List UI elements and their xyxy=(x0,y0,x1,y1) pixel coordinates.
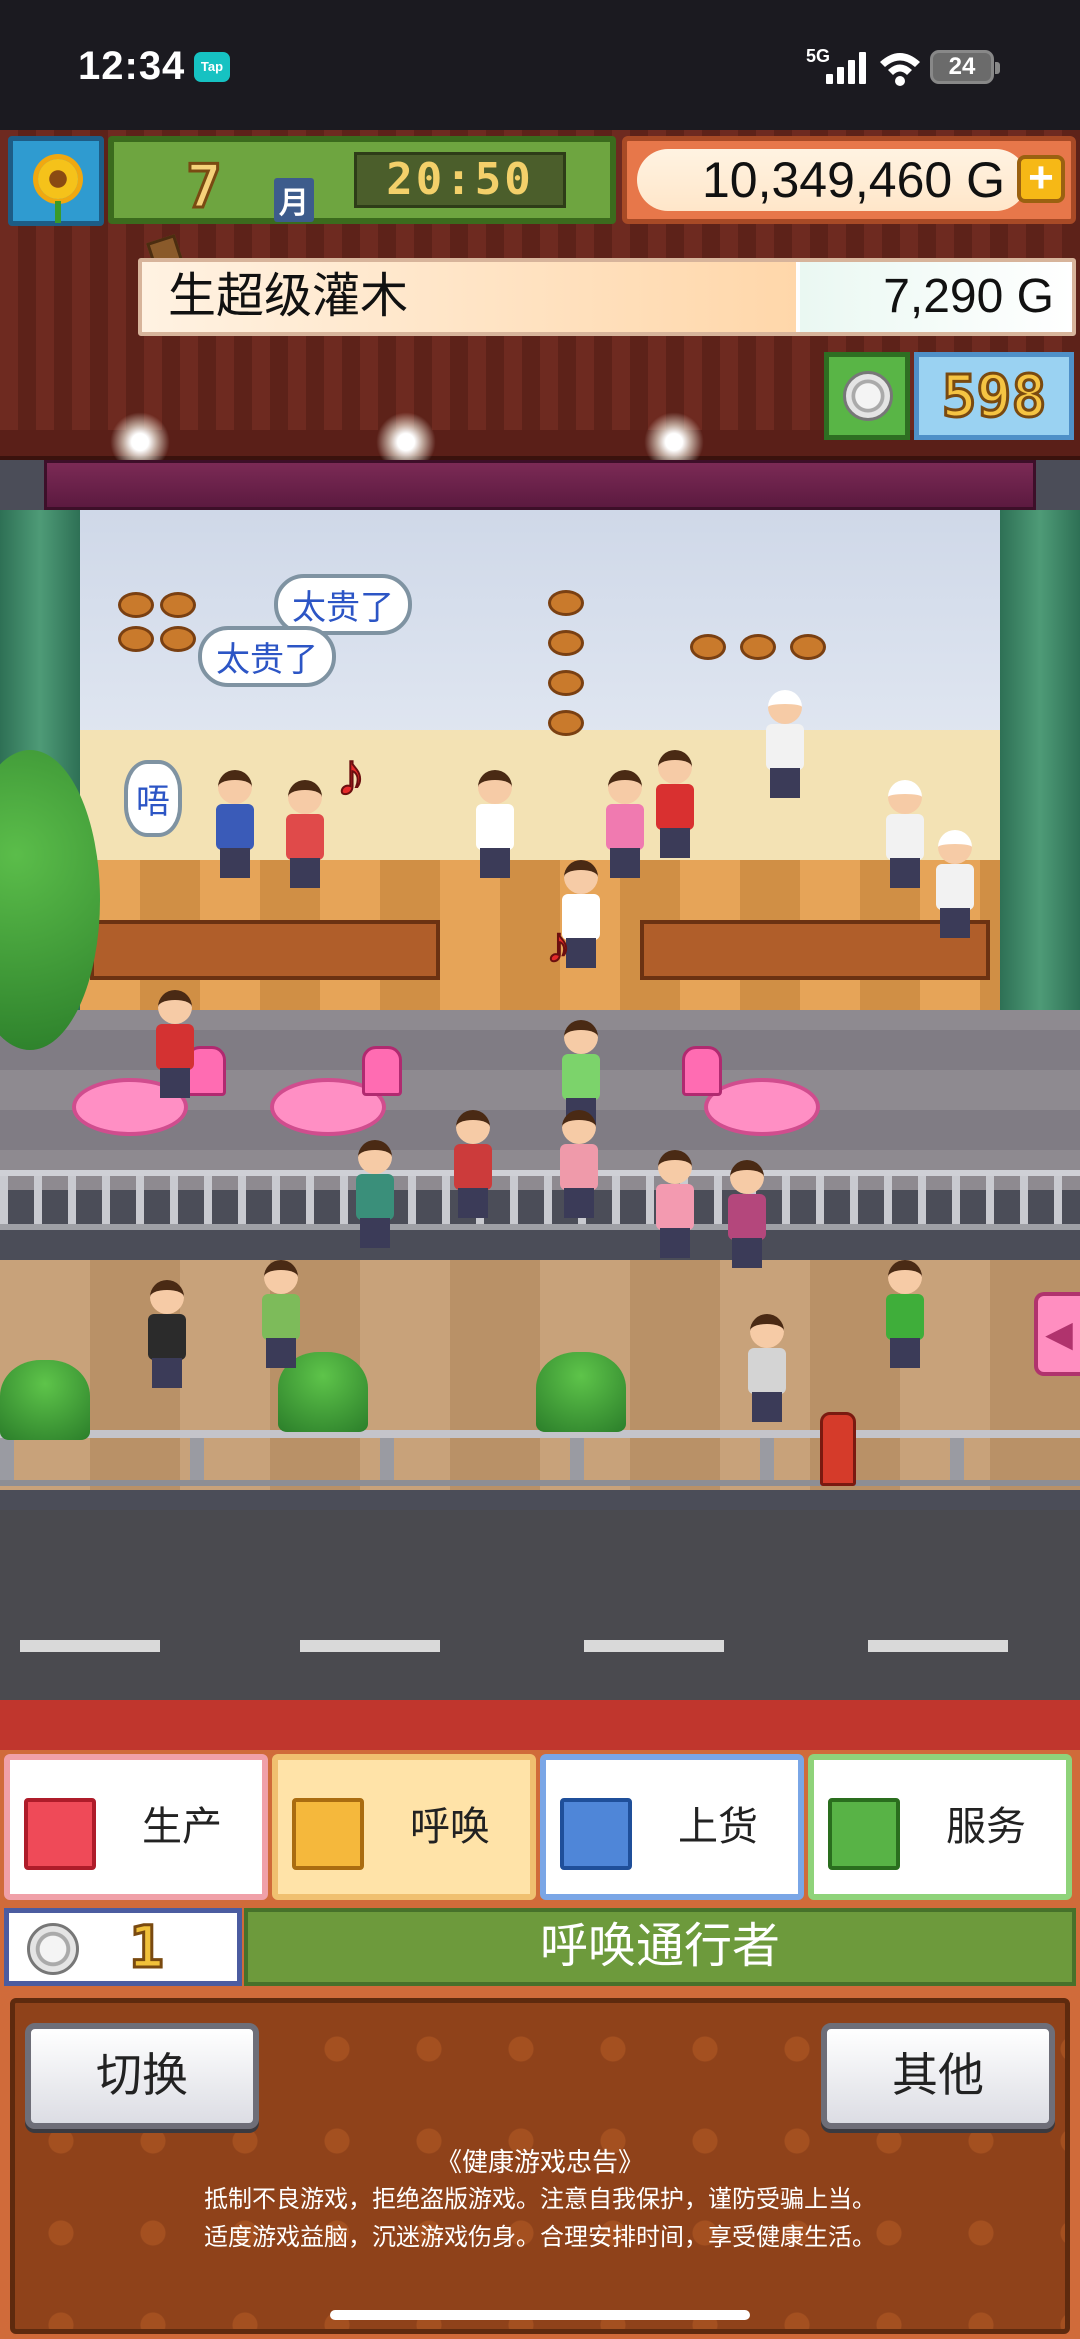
tab-label: 呼唤 xyxy=(410,1805,490,1849)
arrow-left-icon[interactable]: ◀ xyxy=(1034,1292,1080,1376)
month-number: 7 xyxy=(184,151,223,224)
bread-icon xyxy=(548,710,584,736)
tab-service[interactable]: 服务 xyxy=(808,1754,1072,1900)
music-note-icon: ♪ xyxy=(335,740,367,809)
medal-counter[interactable]: 598 xyxy=(824,352,1074,442)
passerby-npc[interactable] xyxy=(256,1260,306,1370)
speech-bubble: 唔 xyxy=(124,760,182,837)
bread-icon xyxy=(690,634,726,660)
item-price: 7,290 G xyxy=(800,262,1072,332)
passerby-npc[interactable] xyxy=(880,1260,930,1370)
speech-bubble: 太贵了 xyxy=(198,626,336,687)
battery-icon: 24 xyxy=(930,50,1000,84)
selected-item-bar[interactable]: 生超级灌木 7,290 G xyxy=(138,258,1076,336)
switch-button[interactable]: 切换 xyxy=(25,2023,259,2129)
cafe-chair xyxy=(362,1046,402,1096)
customer-npc[interactable] xyxy=(210,770,260,880)
customer-npc[interactable] xyxy=(150,990,200,1100)
medal-count: 598 xyxy=(914,352,1074,440)
teacup-icon xyxy=(828,1798,900,1870)
passerby-npc[interactable] xyxy=(742,1314,792,1424)
control-panel: 切换 其他 《健康游戏忠告》 抵制不良游戏，拒绝盗版游戏。注意自我保护，谨防受骗… xyxy=(10,1998,1070,2334)
road xyxy=(0,1510,1080,1700)
status-bar: 12:34 Tap 5G 24 xyxy=(0,0,1080,130)
health-notice-line: 适度游戏益脑，沉迷游戏伤身。合理安排时间，享受健康生活。 xyxy=(204,2224,876,2251)
bread-icon xyxy=(24,1798,96,1870)
call-passerby-button[interactable]: 呼唤通行者 xyxy=(244,1908,1076,1986)
tab-label: 上货 xyxy=(678,1805,758,1849)
bread-icon xyxy=(548,590,584,616)
bush-icon xyxy=(536,1352,626,1432)
cost-box: 1 xyxy=(4,1908,242,1986)
bread-icon xyxy=(740,634,776,660)
tab-label: 生产 xyxy=(142,1805,222,1849)
bread-icon xyxy=(118,626,154,652)
music-note-icon: ♪ xyxy=(545,916,572,974)
customer-npc[interactable] xyxy=(448,1110,498,1220)
customer-npc[interactable] xyxy=(650,750,700,860)
street-railing xyxy=(0,1430,1080,1486)
cost-number: 1 xyxy=(128,1912,166,1983)
customer-npc[interactable] xyxy=(470,770,520,880)
bread-icon xyxy=(548,670,584,696)
plus-icon[interactable]: + xyxy=(1017,155,1065,203)
tab-produce[interactable]: 生产 xyxy=(4,1754,268,1900)
customer-npc[interactable] xyxy=(554,1110,604,1220)
status-time: 12:34 xyxy=(78,44,186,88)
fire-hydrant-icon xyxy=(820,1412,856,1486)
medal-icon xyxy=(824,352,910,440)
tap-app-icon: Tap xyxy=(194,52,230,82)
sunflower-icon[interactable] xyxy=(8,136,104,226)
month-unit: 月 xyxy=(274,178,314,222)
chef-npc[interactable] xyxy=(880,780,930,890)
shop-awning xyxy=(44,460,1036,510)
game-scene[interactable]: ♪ ♪ 太贵了 太贵了 唔 ◀ 7 月 20:50 10,349,460 G +… xyxy=(0,130,1080,1700)
bread-icon xyxy=(790,634,826,660)
menu-edge xyxy=(0,1700,1080,1764)
cake-icon xyxy=(560,1798,632,1870)
customer-npc[interactable] xyxy=(722,1160,772,1270)
money-panel: 10,349,460 G + xyxy=(622,136,1076,224)
bread-icon xyxy=(160,626,196,652)
passerby-npc[interactable] xyxy=(142,1280,192,1390)
health-notice-line: 抵制不良游戏，拒绝盗版游戏。注意自我保护，谨防受骗上当。 xyxy=(204,2186,876,2213)
bush-icon xyxy=(0,1360,90,1440)
money-amount: 10,349,460 G xyxy=(637,149,1027,211)
tab-call[interactable]: 呼唤 xyxy=(272,1754,536,1900)
game-screen: 12:34 Tap 5G 24 ♪ ♪ 太贵了 太贵了 唔 ◀ 7 月 20:5… xyxy=(0,0,1080,2339)
bread-icon xyxy=(118,592,154,618)
item-name: 生超级灌木 xyxy=(142,262,796,332)
medal-icon xyxy=(27,1923,79,1975)
customer-npc[interactable] xyxy=(600,770,650,880)
customer-npc[interactable] xyxy=(650,1150,700,1260)
garden-fence xyxy=(0,1170,1080,1230)
home-indicator[interactable] xyxy=(330,2310,750,2320)
bread-icon xyxy=(160,592,196,618)
customer-npc[interactable] xyxy=(280,780,330,890)
game-clock: 20:50 xyxy=(354,152,566,208)
shop-bench xyxy=(90,920,440,980)
health-notice: 《健康游戏忠告》 抵制不良游戏，拒绝盗版游戏。注意自我保护，谨防受骗上当。 适度… xyxy=(15,2143,1065,2257)
bottom-menu: 生产 呼唤 上货 服务 1 呼唤通行者 切换 其他 《健康游戏忠告》 抵制不良游… xyxy=(0,1750,1080,2339)
signal-icon xyxy=(826,52,868,84)
chef-npc[interactable] xyxy=(760,690,810,800)
tab-stock[interactable]: 上货 xyxy=(540,1754,804,1900)
customer-npc[interactable] xyxy=(350,1140,400,1250)
bread-icon xyxy=(548,630,584,656)
other-button[interactable]: 其他 xyxy=(821,2023,1055,2129)
megaphone-icon xyxy=(292,1798,364,1870)
wifi-icon xyxy=(880,53,920,86)
cafe-chair xyxy=(682,1046,722,1096)
chef-npc[interactable] xyxy=(930,830,980,940)
date-panel: 7 月 20:50 xyxy=(108,136,616,224)
tab-label: 服务 xyxy=(946,1805,1026,1849)
health-notice-title: 《健康游戏忠告》 xyxy=(435,2147,644,2177)
